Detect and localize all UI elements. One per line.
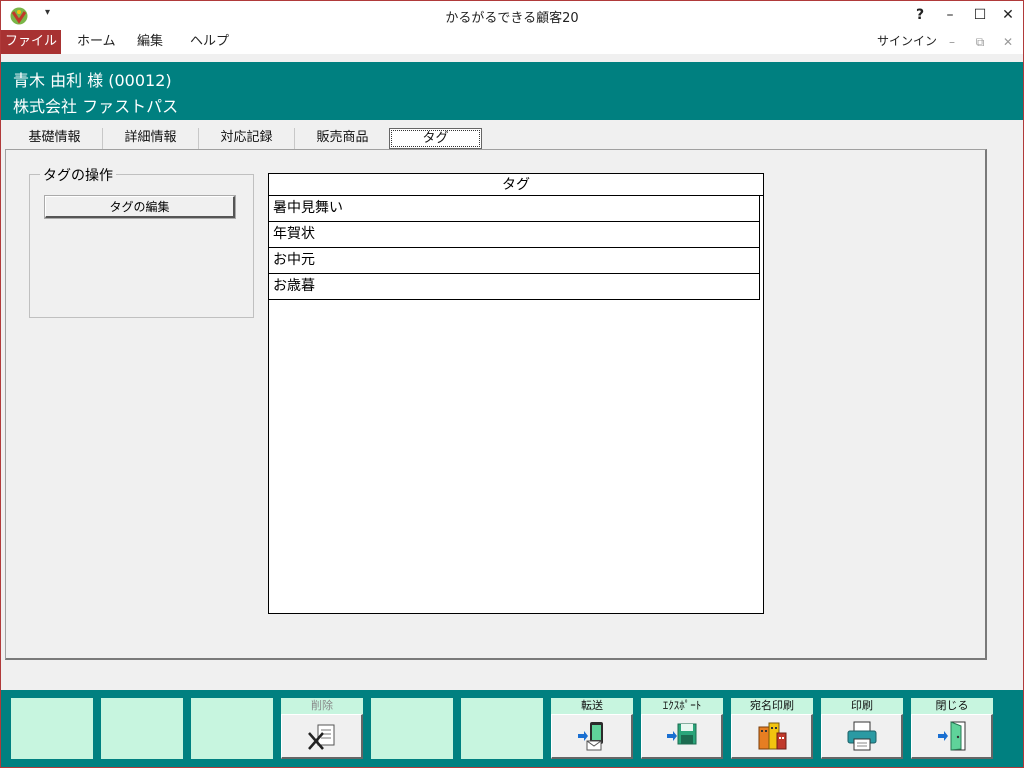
function-button-1 — [11, 698, 93, 759]
print-button[interactable]: 印刷 — [821, 698, 903, 759]
export-label: ｴｸｽﾎﾟｰﾄ — [662, 699, 702, 712]
address-print-icon — [758, 722, 786, 750]
close-window-button[interactable]: ✕ — [997, 5, 1019, 25]
ribbon-restore-button[interactable]: ⧉ — [970, 32, 990, 52]
printer-icon — [847, 721, 876, 751]
help-button[interactable]: ? — [909, 5, 931, 25]
delete-label: 削除 — [311, 699, 333, 712]
title-bar: ▾ かるがるできる顧客20 ? – ☐ ✕ — [1, 1, 1023, 30]
customer-header: 青木 由利 様 (00012) 株式会社 ファストパス — [1, 62, 1023, 120]
tag-operations-title: タグの操作 — [40, 165, 116, 185]
table-row[interactable]: お中元 — [269, 248, 760, 274]
app-window: ▾ かるがるできる顧客20 ? – ☐ ✕ ファイル ホーム 編集 ヘルプ サイ… — [0, 0, 1024, 768]
customer-name: 青木 由利 様 (00012) — [13, 71, 172, 90]
function-button-2 — [101, 698, 183, 759]
menu-file[interactable]: ファイル — [1, 30, 61, 54]
tab-basic-info[interactable]: 基礎情報 — [7, 128, 103, 149]
table-row[interactable]: 年賀状 — [269, 222, 760, 248]
close-button[interactable]: 閉じる — [911, 698, 993, 759]
delete-button[interactable]: 削除 — [281, 698, 363, 759]
tab-products[interactable]: 販売商品 — [295, 128, 391, 149]
table-row[interactable]: 暑中見舞い — [269, 196, 760, 222]
tags-panel: タグの操作 タグの編集 タグ 暑中見舞い 年賀状 お中元 お歳暮 — [5, 149, 987, 660]
address-print-button[interactable]: 宛名印刷 — [731, 698, 813, 759]
function-button-5 — [371, 698, 453, 759]
function-bar: 削除 転送 ｴｸｽﾎﾟｰﾄ 宛名印刷 印刷 閉じる — [1, 690, 1023, 767]
tag-table: タグ 暑中見舞い 年賀状 お中元 お歳暮 — [268, 173, 764, 614]
tab-detail-info[interactable]: 詳細情報 — [103, 128, 199, 149]
close-door-icon — [937, 721, 965, 751]
tag-operations-group: タグの操作 タグの編集 — [29, 165, 254, 318]
export-button[interactable]: ｴｸｽﾎﾟｰﾄ — [641, 698, 723, 759]
print-label: 印刷 — [851, 699, 873, 712]
menu-help[interactable]: ヘルプ — [176, 30, 243, 54]
export-icon — [666, 723, 696, 745]
maximize-button[interactable]: ☐ — [969, 5, 991, 25]
edit-tags-button[interactable]: タグの編集 — [44, 195, 236, 219]
address-print-label: 宛名印刷 — [750, 699, 794, 712]
transfer-label: 転送 — [581, 699, 603, 712]
function-button-3 — [191, 698, 273, 759]
close-label: 閉じる — [935, 699, 969, 712]
window-title: かるがるできる顧客20 — [445, 11, 579, 26]
delete-icon — [307, 724, 334, 750]
minimize-button[interactable]: – — [939, 5, 961, 25]
company-name: 株式会社 ファストパス — [13, 97, 179, 116]
function-button-6 — [461, 698, 543, 759]
tab-tags[interactable]: タグ — [389, 128, 482, 149]
tab-correspondence[interactable]: 対応記録 — [199, 128, 295, 149]
table-row[interactable]: お歳暮 — [269, 274, 760, 300]
ribbon-close-button[interactable]: ✕ — [998, 32, 1018, 52]
menu-bar: ファイル ホーム 編集 ヘルプ サインイン – ⧉ ✕ — [1, 30, 1023, 54]
transfer-button[interactable]: 転送 — [551, 698, 633, 759]
transfer-icon — [577, 722, 603, 751]
tag-column-header: タグ — [269, 174, 763, 196]
signin-link[interactable]: サインイン — [877, 30, 937, 54]
menu-home[interactable]: ホーム — [63, 30, 130, 54]
ribbon-minimize-button[interactable]: – — [942, 32, 962, 52]
menu-edit[interactable]: 編集 — [123, 30, 177, 54]
